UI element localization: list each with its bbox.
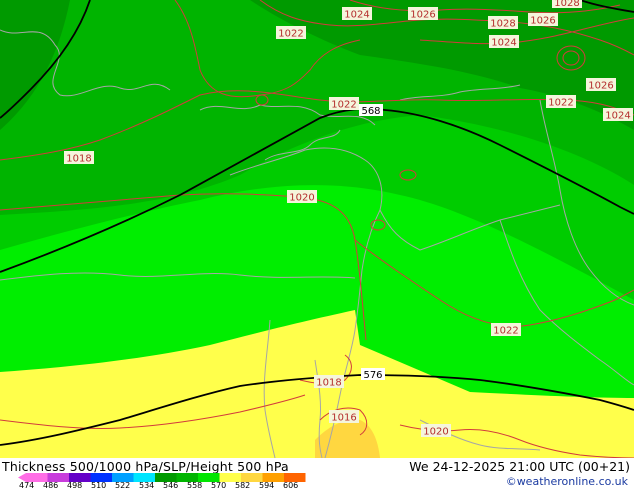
pressure-label: 1018 — [64, 151, 94, 165]
scale-tick-label: 570 — [211, 481, 227, 490]
svg-text:568: 568 — [361, 106, 380, 117]
svg-text:576: 576 — [363, 370, 382, 381]
scale-tick-label: 558 — [187, 481, 203, 490]
pressure-label: 1022 — [276, 26, 306, 40]
svg-text:1028: 1028 — [554, 0, 579, 9]
scale-tick-label: 486 — [43, 481, 59, 490]
pressure-label: 1024 — [603, 108, 633, 122]
pressure-label: 1016 — [329, 410, 359, 424]
pressure-label: 1024 — [342, 7, 372, 21]
svg-text:1028: 1028 — [490, 19, 515, 30]
pressure-label: 1020 — [287, 190, 317, 204]
svg-text:1020: 1020 — [289, 193, 314, 204]
svg-text:1022: 1022 — [548, 98, 573, 109]
pressure-label: 1028 — [488, 16, 518, 30]
svg-text:1026: 1026 — [530, 16, 555, 27]
scale-tick-label: 594 — [259, 481, 275, 490]
pressure-label: 1024 — [489, 35, 519, 49]
credit-link[interactable]: ©weatheronline.co.uk — [506, 475, 628, 488]
pressure-label: 1026 — [586, 78, 616, 92]
scale-tick-label: 534 — [139, 481, 155, 490]
svg-text:1020: 1020 — [423, 427, 448, 438]
height-label-576: 576 — [361, 368, 385, 381]
pressure-label: 1018 — [314, 375, 344, 389]
svg-text:1018: 1018 — [316, 378, 341, 389]
svg-text:1024: 1024 — [605, 111, 630, 122]
height-label-568: 568 — [359, 104, 383, 117]
map-datetime: We 24-12-2025 21:00 UTC (00+21) — [409, 459, 630, 474]
pressure-label: 1022 — [329, 97, 359, 111]
scale-tick-label: 582 — [235, 481, 251, 490]
svg-text:1024: 1024 — [491, 38, 516, 49]
pressure-label: 1026 — [528, 13, 558, 27]
map-title: Thickness 500/1000 hPa/SLP/Height 500 hP… — [2, 459, 289, 474]
svg-text:1022: 1022 — [493, 326, 518, 337]
svg-text:1026: 1026 — [410, 10, 435, 21]
pressure-label: 1022 — [491, 323, 521, 337]
svg-text:1022: 1022 — [278, 29, 303, 40]
map-footer: Thickness 500/1000 hPa/SLP/Height 500 hP… — [0, 458, 634, 490]
scale-tick-label: 474 — [19, 481, 35, 490]
scale-tick-label: 606 — [283, 481, 299, 490]
weather-map: 1024 1026 1028 1026 1028 1022 1024 1026 … — [0, 0, 634, 458]
svg-text:1022: 1022 — [331, 100, 356, 111]
svg-text:1018: 1018 — [66, 154, 91, 165]
svg-text:1016: 1016 — [331, 413, 356, 424]
pressure-label: 1028 — [552, 0, 582, 9]
scale-tick-label: 510 — [91, 481, 107, 490]
pressure-label: 1020 — [421, 424, 451, 438]
pressure-label: 1026 — [408, 7, 438, 21]
pressure-label: 1022 — [546, 95, 576, 109]
scale-tick-label: 546 — [163, 481, 179, 490]
svg-text:1026: 1026 — [588, 81, 613, 92]
svg-text:1024: 1024 — [344, 10, 369, 21]
scale-tick-label: 498 — [67, 481, 83, 490]
scale-tick-label: 522 — [115, 481, 131, 490]
